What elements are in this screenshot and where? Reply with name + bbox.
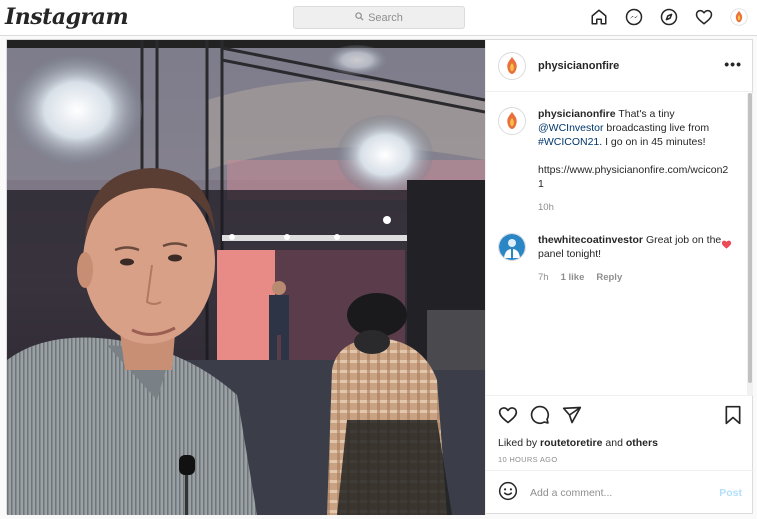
post-sidebar: physicianonfire ••• physicianonfire That… — [485, 40, 754, 515]
share-send-icon[interactable] — [562, 405, 582, 430]
comment-reply-button[interactable]: Reply — [596, 271, 622, 285]
comment-time[interactable]: 7h — [538, 271, 549, 285]
explore-icon[interactable] — [659, 7, 679, 27]
post-actions: Liked by routetoretire and others 10 hou… — [486, 395, 754, 464]
comment-item: thewhitecoatinvestor Great job on the pa… — [498, 233, 736, 285]
profile-avatar-icon[interactable] — [729, 7, 749, 27]
emoji-icon[interactable] — [498, 481, 518, 506]
caption-meta: 10h — [538, 201, 730, 215]
commenter-avatar[interactable] — [498, 233, 526, 261]
messenger-icon[interactable] — [624, 7, 644, 27]
caption-url: https://www.physicianonfire.com/wcicon21 — [538, 164, 729, 190]
comments-scrollbar[interactable] — [747, 93, 753, 395]
home-icon[interactable] — [589, 7, 609, 27]
caption-avatar[interactable] — [498, 107, 526, 135]
search-input[interactable]: Search — [293, 6, 465, 29]
comment-body: thewhitecoatinvestor Great job on the pa… — [538, 233, 730, 285]
caption-text-1: That's a tiny — [615, 108, 675, 120]
scrollbar-thumb[interactable] — [748, 93, 752, 383]
caption-comment: physicianonfire That's a tiny @WCInvesto… — [498, 107, 736, 215]
add-comment-input[interactable]: Add a comment... — [530, 487, 719, 499]
comment-like-heart-icon[interactable] — [721, 237, 732, 255]
caption-time[interactable]: 10h — [538, 201, 554, 215]
caption-mention-link[interactable]: @WCInvestor — [538, 122, 604, 134]
search-placeholder: Search — [368, 11, 403, 24]
author-username[interactable]: physicianonfire — [538, 60, 619, 72]
save-bookmark-icon[interactable] — [724, 405, 742, 430]
liked-by-user[interactable]: routetoretire — [540, 437, 602, 449]
comment-bubble-icon[interactable] — [530, 405, 550, 430]
post-photo[interactable] — [7, 40, 485, 515]
top-nav-bar: Instagram Search — [0, 0, 757, 36]
more-options-icon[interactable]: ••• — [724, 56, 742, 72]
post-comment-button[interactable]: Post — [719, 487, 742, 499]
instagram-logo[interactable]: Instagram — [5, 4, 129, 30]
comment-meta: 7h 1 like Reply — [538, 271, 730, 285]
author-avatar[interactable] — [498, 51, 526, 80]
like-heart-icon[interactable] — [498, 405, 518, 430]
commenter-username[interactable]: thewhitecoatinvestor — [538, 234, 643, 246]
search-icon — [355, 11, 364, 24]
comments-list: physicianonfire That's a tiny @WCInvesto… — [486, 93, 748, 395]
caption-text-2: broadcasting live from — [603, 122, 710, 134]
activity-heart-icon[interactable] — [694, 7, 714, 27]
liked-by-suffix: and — [602, 437, 626, 449]
caption-body: physicianonfire That's a tiny @WCInvesto… — [538, 107, 730, 215]
caption-username[interactable]: physicianonfire — [538, 108, 616, 120]
comment-likes-count[interactable]: 1 like — [561, 271, 585, 285]
add-comment-bar: Add a comment... Post — [486, 470, 754, 515]
liked-by-prefix: Liked by — [498, 437, 541, 449]
post-modal: physicianonfire ••• physicianonfire That… — [6, 39, 754, 515]
liked-by-others[interactable]: others — [626, 437, 658, 449]
liked-by: Liked by routetoretire and others — [498, 437, 742, 449]
caption-text-3: . I go on in 45 minutes! — [599, 136, 706, 148]
post-header: physicianonfire ••• — [486, 40, 754, 92]
caption-hashtag-link[interactable]: #WCICON21 — [538, 136, 599, 148]
post-timestamp[interactable]: 10 hours ago — [498, 455, 742, 464]
